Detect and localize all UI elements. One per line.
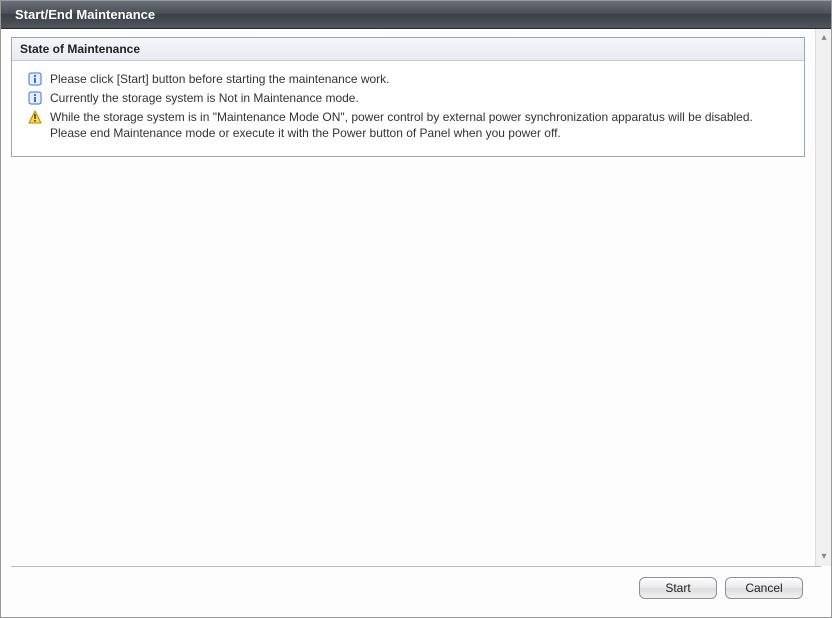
message-row: Currently the storage system is Not in M…: [28, 90, 788, 107]
warning-icon: [28, 110, 44, 124]
message-text: Currently the storage system is Not in M…: [50, 90, 788, 107]
panel-body: Please click [Start] button before start…: [12, 61, 804, 156]
cancel-button[interactable]: Cancel: [725, 577, 803, 599]
content-scroll-wrap: State of Maintenance Please click [Start…: [1, 29, 831, 566]
info-icon: [28, 91, 44, 105]
state-panel: State of Maintenance Please click [Start…: [11, 37, 805, 157]
vertical-scrollbar[interactable]: ▴ ▾: [815, 29, 831, 566]
dialog-title: Start/End Maintenance: [1, 1, 831, 29]
scroll-up-arrow-icon[interactable]: ▴: [817, 31, 831, 45]
message-row: Please click [Start] button before start…: [28, 71, 788, 88]
start-button[interactable]: Start: [639, 577, 717, 599]
panel-header: State of Maintenance: [12, 38, 804, 61]
info-icon: [28, 72, 44, 86]
message-text: While the storage system is in "Maintena…: [50, 109, 788, 143]
content-area: State of Maintenance Please click [Start…: [1, 29, 815, 566]
dialog-window: Start/End Maintenance State of Maintenan…: [0, 0, 832, 618]
button-bar: Start Cancel: [11, 566, 821, 609]
message-row: While the storage system is in "Maintena…: [28, 109, 788, 143]
message-text: Please click [Start] button before start…: [50, 71, 788, 88]
scroll-down-arrow-icon[interactable]: ▾: [817, 550, 831, 564]
